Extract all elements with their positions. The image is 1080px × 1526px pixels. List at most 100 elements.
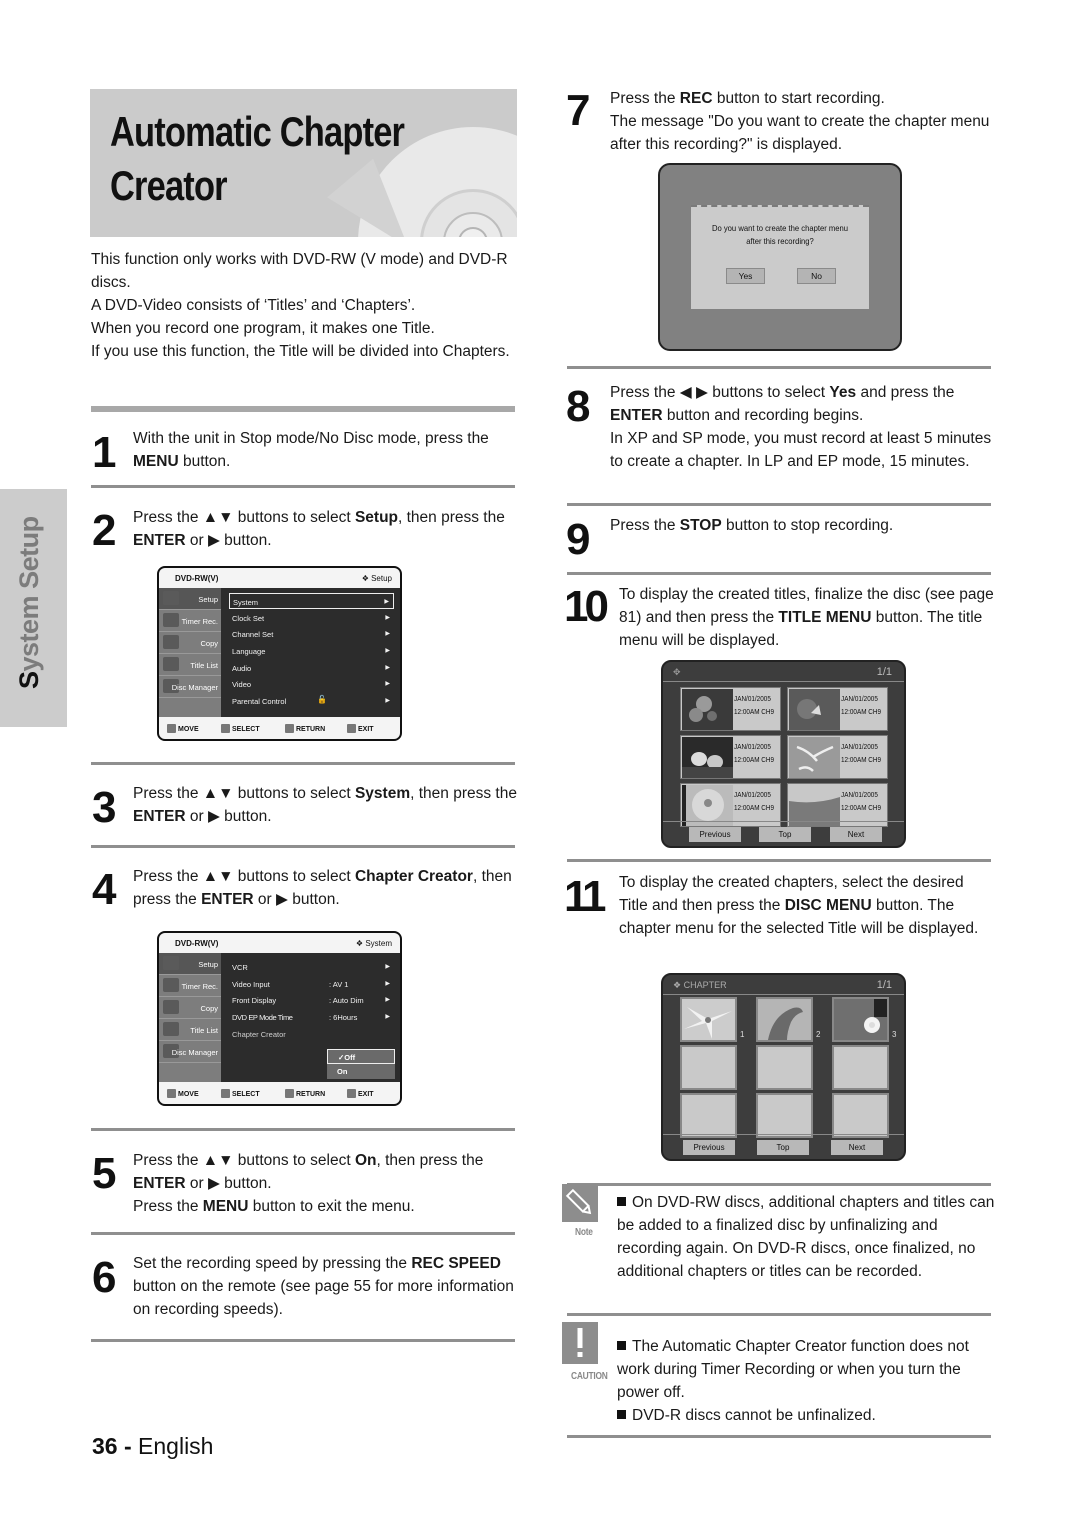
menu-item-clock-set[interactable]: Clock Set ▶	[229, 610, 394, 626]
return-hint: RETURN	[285, 1089, 325, 1098]
osd-sidebar: Setup Timer Rec. Copy Title List Disc Ma…	[159, 953, 221, 1085]
sidebar-item-disc-manager[interactable]: Disc Manager	[159, 1041, 221, 1063]
page-title: Automatic Chapter Creator	[110, 108, 405, 209]
sidebar-item-copy[interactable]: Copy	[159, 632, 221, 654]
page-footer: 36 - English	[92, 1433, 213, 1460]
step-number: 2	[92, 506, 117, 555]
yes-button[interactable]: Yes	[726, 268, 765, 284]
chevron-right-icon: ▶	[385, 681, 390, 687]
chevron-right-icon: ▶	[385, 964, 390, 970]
move-hint: MOVE	[167, 1089, 199, 1098]
title-item[interactable]: JAN/01/2005 12:00AM CH9	[787, 735, 888, 779]
exit-hint: EXIT	[347, 724, 374, 733]
option-on[interactable]: On	[327, 1064, 395, 1079]
menu-item-chapter-creator[interactable]: Chapter Creator	[229, 1026, 394, 1042]
option-off[interactable]: ✓Off	[327, 1049, 395, 1064]
menu-item-language[interactable]: Language ▶	[229, 643, 394, 659]
step-number: 10	[564, 582, 609, 631]
chevron-right-icon: ▶	[385, 648, 390, 654]
step-text: To display the created titles, finalize …	[619, 586, 994, 649]
osd-sidebar: Setup Timer Rec. Copy Title List Disc Ma…	[159, 588, 221, 720]
dolphin-thumbnail	[758, 999, 811, 1040]
menu-item-video-input[interactable]: Video Input: AV 1 ▶	[229, 976, 394, 992]
title-banner: Automatic Chapter Creator	[90, 89, 517, 237]
bullet-square	[617, 1197, 626, 1206]
title-item[interactable]: JAN/01/2005 12:00AM CH9	[787, 687, 888, 731]
step-text: Press the REC button to start recording.…	[610, 90, 990, 153]
sidebar-item-timer-rec[interactable]: Timer Rec.	[159, 610, 221, 632]
menu-item-vcr[interactable]: VCR ▶	[229, 959, 394, 975]
sidebar-item-copy[interactable]: Copy	[159, 997, 221, 1019]
osd-main: System ▶ Clock Set ▶ Channel Set ▶ Language…	[221, 588, 400, 720]
previous-button[interactable]: Previous	[689, 827, 741, 842]
divider	[567, 1435, 991, 1438]
previous-button[interactable]: Previous	[683, 1140, 735, 1155]
sidebar-item-timer-rec[interactable]: Timer Rec.	[159, 975, 221, 997]
divider	[567, 572, 991, 575]
caution-label: CAUTION	[571, 1370, 608, 1382]
intro-line: If you use this function, the Title will…	[91, 343, 510, 360]
next-button[interactable]: Next	[830, 827, 882, 842]
no-button[interactable]: No	[797, 268, 836, 284]
chapter-slot-empty	[756, 1045, 813, 1090]
chevron-right-icon: ▶	[385, 997, 390, 1003]
menu-item-dvd-ep-mode-time[interactable]: DVD EP Mode Time: 6Hours ▶	[229, 1009, 394, 1025]
chapter-number: 2	[816, 1030, 821, 1039]
disc-type: DVD-RW(V)	[175, 939, 219, 948]
menu-item-audio[interactable]: Audio ▶	[229, 660, 394, 676]
chapter-item[interactable]	[756, 997, 813, 1042]
title-item[interactable]: JAN/01/2005 12:00AM CH9	[680, 735, 781, 779]
divider	[91, 1128, 515, 1131]
step-text: Press the ◀ ▶ buttons to select Yes and …	[610, 384, 992, 470]
chapter-creator-dropdown[interactable]: ✓Off On	[327, 1049, 395, 1079]
return-hint: RETURN	[285, 724, 325, 733]
clock-icon	[163, 978, 179, 992]
next-button[interactable]: Next	[831, 1140, 883, 1155]
sidebar-item-disc-manager[interactable]: Disc Manager	[159, 676, 221, 698]
flower-thumbnail	[682, 689, 733, 730]
note-icon	[562, 1184, 598, 1222]
copy-icon	[163, 635, 179, 649]
osd-main: VCR ▶ Video Input: AV 1 ▶ Front Display: A…	[221, 953, 400, 1085]
step-number: 8	[566, 382, 591, 431]
chapter-slot-empty	[832, 1045, 889, 1090]
sidebar-item-setup[interactable]: Setup	[159, 953, 221, 975]
menu-item-parental-control[interactable]: Parental Control 🔓 ▶	[229, 693, 394, 709]
sidebar-item-title-list[interactable]: Title List	[159, 1019, 221, 1041]
divider	[91, 406, 515, 412]
title-item[interactable]: JAN/01/2005 12:00AM CH9	[680, 687, 781, 731]
menu-item-system[interactable]: System ▶	[229, 593, 394, 609]
step-text: With the unit in Stop mode/No Disc mode,…	[133, 430, 489, 470]
caution-bullet: DVD-R discs cannot be unfinalized.	[617, 1404, 995, 1427]
menu-item-channel-set[interactable]: Channel Set ▶	[229, 626, 394, 642]
chapter-item[interactable]	[680, 997, 737, 1042]
chapter-menu-screen: ❖ CHAPTER 1/1 1 2 3 Previous Top Next	[661, 973, 906, 1161]
step-text: Press the ▲▼ buttons to select On, then …	[133, 1152, 484, 1215]
chapter-slot-empty	[832, 1093, 889, 1138]
sidebar-item-setup[interactable]: Setup	[159, 588, 221, 610]
title-menu-screen: ✥ 1/1 JAN/01/2005 12:00AM CH9 JAN/01/2005…	[661, 660, 906, 848]
osd-header: DVD-RW(V) ❖ Setup	[159, 568, 400, 588]
gear-icon	[163, 956, 179, 970]
waterlily-thumbnail	[834, 999, 887, 1040]
step-text: Press the STOP button to stop recording.	[610, 517, 894, 534]
step-text: Press the ▲▼ buttons to select Setup, th…	[133, 509, 505, 549]
intro-line: A DVD-Video consists of ‘Titles’ and ‘Ch…	[91, 297, 416, 314]
chapter-item[interactable]	[832, 997, 889, 1042]
unlock-icon: 🔓	[317, 695, 327, 704]
clock-icon	[163, 613, 179, 627]
step-number: 7	[566, 86, 591, 135]
menu-item-video[interactable]: Video ▶	[229, 676, 394, 692]
step-number: 9	[566, 515, 591, 564]
menu-item-front-display[interactable]: Front Display: Auto Dim ▶	[229, 992, 394, 1008]
caution-icon	[562, 1322, 598, 1364]
note-bullet: On DVD-RW discs, additional chapters and…	[617, 1194, 995, 1280]
top-button[interactable]: Top	[757, 1140, 809, 1155]
step-number: 3	[92, 783, 117, 832]
top-button[interactable]: Top	[759, 827, 811, 842]
title-menu-header: ✥ 1/1	[663, 662, 904, 682]
field-thumbnail	[789, 785, 840, 826]
chapter-slot-empty	[756, 1093, 813, 1138]
butterfly-thumbnail	[789, 689, 840, 730]
sidebar-item-title-list[interactable]: Title List	[159, 654, 221, 676]
